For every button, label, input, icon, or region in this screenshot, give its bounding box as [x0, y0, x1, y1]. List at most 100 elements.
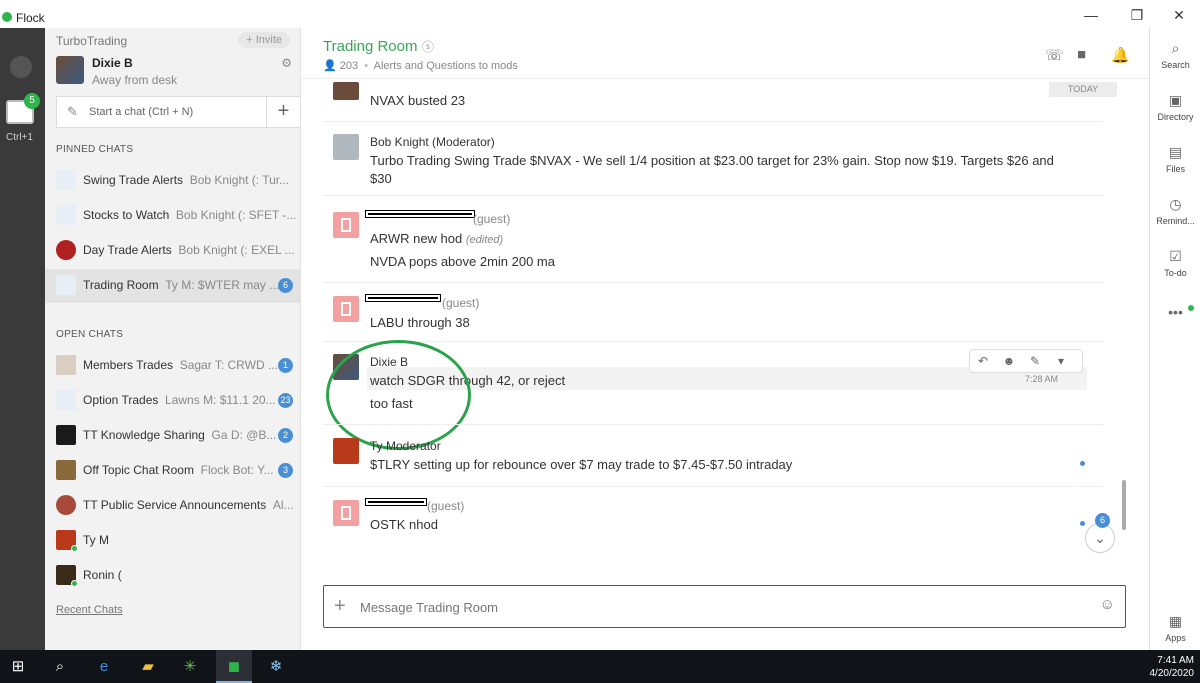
redacted-name	[365, 294, 441, 302]
info-icon[interactable]: ⓢ	[422, 38, 434, 55]
avatar[interactable]	[56, 56, 84, 84]
chat-preview: Bob Knight (: SFET -...	[175, 208, 297, 222]
bell-icon[interactable]: 🔔	[1111, 46, 1130, 64]
online-status-dot	[71, 580, 78, 587]
edited-label: (edited)	[465, 234, 504, 246]
minimize-button[interactable]: —	[1076, 7, 1106, 27]
guest-avatar[interactable]	[333, 212, 359, 238]
more-options-icon[interactable]: ▾	[1048, 350, 1074, 372]
attach-plus-icon[interactable]: +	[334, 595, 346, 618]
message: (guest) LABU through 38	[301, 292, 1101, 336]
message-composer: + ☺	[323, 585, 1126, 628]
video-icon[interactable]: ■	[1077, 46, 1086, 63]
file-explorer-icon[interactable]: ▰	[138, 657, 158, 677]
invite-button[interactable]: + Invite	[238, 32, 290, 48]
emoji-icon[interactable]: ☺	[1100, 596, 1115, 613]
reminders-label: Remind...	[1156, 216, 1195, 226]
avatar[interactable]	[333, 82, 359, 100]
avatar[interactable]	[333, 134, 359, 160]
member-count[interactable]: 203	[340, 60, 358, 72]
search-icon[interactable]: ⌕	[50, 657, 70, 677]
todo-button[interactable]: ☑ To-do	[1150, 248, 1200, 278]
app-icon[interactable]: ✳	[180, 657, 200, 677]
guest-avatar[interactable]	[333, 500, 359, 526]
close-button[interactable]: ✕	[1164, 7, 1194, 27]
message-text: $30	[370, 171, 392, 186]
snowflake-app-icon[interactable]: ❄	[266, 657, 286, 677]
search-button[interactable]: ⌕ Search	[1150, 40, 1200, 70]
edge-browser-icon[interactable]: e	[94, 657, 114, 677]
scrollbar[interactable]	[1122, 480, 1126, 530]
room-description: Alerts and Questions to mods	[373, 60, 518, 72]
user-status[interactable]: Away from desk	[92, 73, 177, 87]
avatar[interactable]	[333, 438, 359, 464]
maximize-button[interactable]: ❐	[1122, 7, 1152, 27]
chat-preview: Ga D: @B...	[211, 428, 277, 442]
sidebar-item-day-trade-alerts[interactable]: Day Trade Alerts Bob Knight (: EXEL ...	[45, 234, 301, 268]
message-author[interactable]: Bob Knight (Moderator)	[370, 135, 495, 149]
message: (guest) OSTK nhod	[301, 496, 1101, 540]
chat-name: TT Knowledge Sharing	[83, 428, 205, 442]
apps-label: Apps	[1165, 633, 1186, 643]
sidebar-item-option-trades[interactable]: Option Trades Lawns M: $11.1 20... 23	[45, 384, 301, 418]
message: (guest) ARWR new hod (edited) NVDA pops …	[301, 208, 1101, 278]
system-clock[interactable]: 7:41 AM 4/20/2020	[1150, 654, 1195, 680]
start-chat-field[interactable]: ✎ Start a chat (Ctrl + N) +	[56, 96, 301, 128]
pinned-chats-header: PINNED CHATS	[56, 144, 134, 155]
new-chat-button[interactable]: +	[266, 97, 300, 127]
message-input[interactable]	[360, 596, 1080, 618]
message-divider	[323, 341, 1103, 342]
message-divider	[323, 195, 1103, 196]
sidebar-item-trading-room[interactable]: Trading Room Ty M: $WTER may ... 6	[45, 269, 301, 303]
message: Bob Knight (Moderator) Turbo Trading Swi…	[301, 132, 1101, 192]
message-author[interactable]: Ty Moderator	[370, 439, 441, 453]
page-title: Trading Room	[323, 38, 418, 55]
sidebar-item-swing-trade-alerts[interactable]: Swing Trade Alerts Bob Knight (: Tur...	[45, 164, 301, 198]
chat-name: Trading Room	[83, 278, 159, 292]
channel-avatar	[56, 240, 76, 260]
phone-icon[interactable]: ☏	[1045, 46, 1064, 64]
sidebar-item-tt-public-service-announcements[interactable]: TT Public Service Announcements Al...	[45, 489, 301, 523]
unread-badge: 2	[278, 428, 293, 443]
sidebar-item-tt-knowledge-sharing[interactable]: TT Knowledge Sharing Ga D: @B... 2	[45, 419, 301, 453]
files-button[interactable]: ▤ Files	[1150, 144, 1200, 174]
chat-bubble-icon[interactable]	[10, 56, 32, 78]
sidebar-item-stocks-to-watch[interactable]: Stocks to Watch Bob Knight (: SFET -...	[45, 199, 301, 233]
guest-label: (guest)	[442, 296, 480, 310]
gear-icon[interactable]: ⚙	[281, 56, 292, 70]
sidebar-item-members-trades[interactable]: Members Trades Sagar T: CRWD ... 1	[45, 349, 301, 383]
edit-icon[interactable]: ✎	[1022, 350, 1048, 372]
recent-chats-link[interactable]: Recent Chats	[56, 604, 123, 616]
channel-avatar	[56, 425, 76, 445]
reminders-button[interactable]: ◷ Remind...	[1150, 196, 1200, 226]
chat-sidebar: TurboTrading + Invite Dixie B Away from …	[45, 28, 301, 650]
user-name: Dixie B	[92, 56, 133, 70]
chat-name: Ronin (	[83, 568, 122, 582]
chat-preview: Flock Bot: Y...	[200, 463, 274, 477]
unread-badge: 6	[278, 278, 293, 293]
message-text: ARWR new hod	[370, 231, 463, 246]
sidebar-item-ty-m[interactable]: Ty M	[45, 524, 301, 558]
chat-pane: Trading Room ⓢ 👤 203 • Alerts and Questi…	[301, 28, 1149, 650]
compose-icon: ✎	[67, 104, 78, 119]
new-messages-badge: 6	[1095, 513, 1110, 528]
message: Ty Moderator $TLRY setting up for reboun…	[301, 436, 1101, 480]
chat-name: Option Trades	[83, 393, 159, 407]
sidebar-item-off-topic-chat-room[interactable]: Off Topic Chat Room Flock Bot: Y... 3	[45, 454, 301, 488]
message-actions: ↶ ☻ ✎ ▾	[969, 349, 1083, 373]
guest-avatar[interactable]	[333, 296, 359, 322]
message-text: Turbo Trading Swing Trade $NVAX - We sel…	[370, 153, 1054, 168]
reply-icon[interactable]: ↶	[970, 350, 996, 372]
directory-button[interactable]: ▣ Directory	[1150, 92, 1200, 122]
message-divider	[323, 121, 1103, 122]
sidebar-item-ronin[interactable]: Ronin (	[45, 559, 301, 593]
channel-avatar	[56, 205, 76, 225]
start-chat-placeholder: Start a chat (Ctrl + N)	[89, 106, 194, 118]
emoji-reaction-icon[interactable]: ☻	[996, 350, 1022, 372]
windows-start-icon[interactable]: ⊞	[8, 657, 28, 677]
chat-name: Members Trades	[83, 358, 174, 372]
redacted-name	[365, 210, 475, 218]
chat-name: Stocks to Watch	[83, 208, 170, 222]
apps-button[interactable]: ▦ Apps	[1150, 613, 1200, 643]
annotation-circle	[326, 340, 471, 450]
